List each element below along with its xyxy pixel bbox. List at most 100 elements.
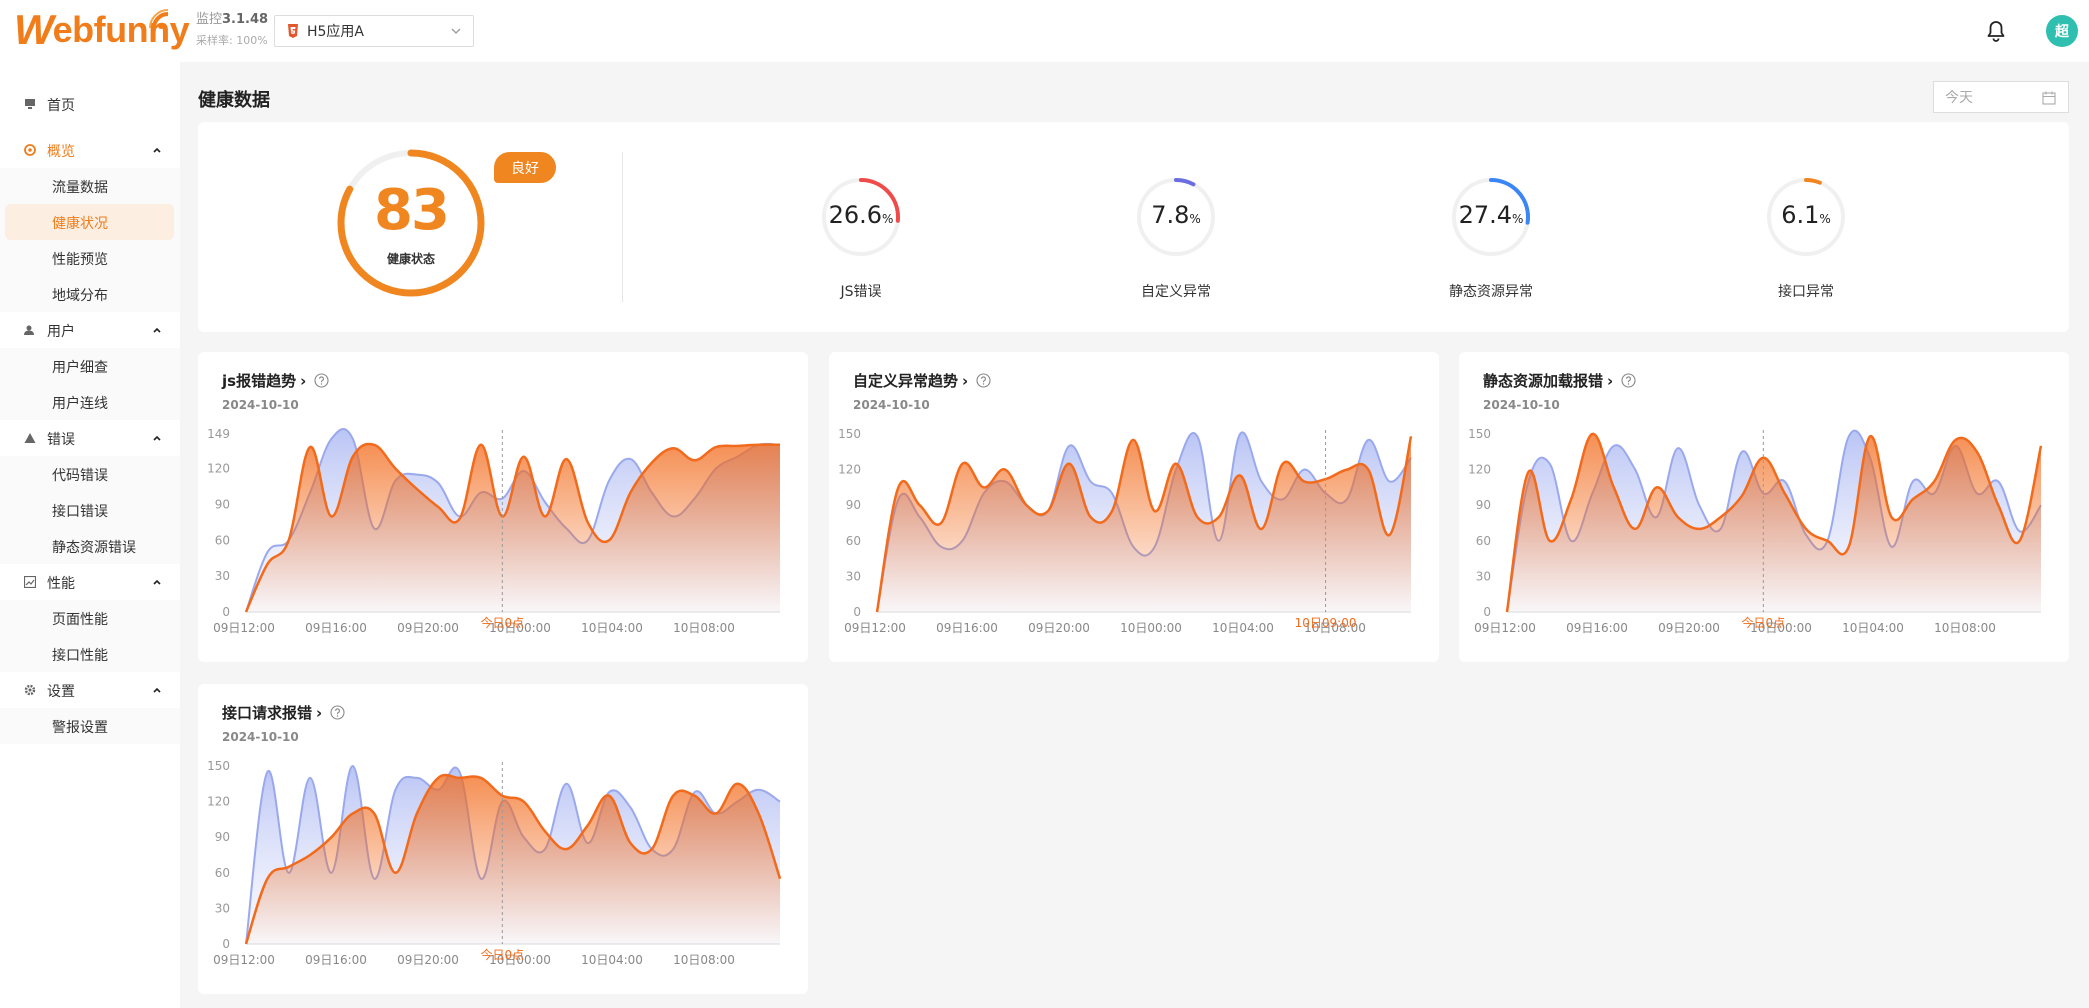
chevron-up-icon [153,579,161,585]
chart-date: 2024-10-10 [853,398,930,412]
metric-js-error: 26.6% JS错误 [781,177,941,307]
chart-plot[interactable]: 0 30 60 90 120 150 09日12:00 09日16:00 09日20:00 10日… [198,754,808,994]
gear-icon [24,684,36,696]
sidebar-item-label: 用户连线 [52,396,108,412]
y-tick-label: 90 [215,497,230,511]
version-info: 监控3.1.48 [196,12,268,28]
user-avatar[interactable]: 超 [2046,15,2078,47]
y-tick-label: 149 [207,427,230,441]
divider [622,152,623,302]
metric-label: 静态资源异常 [1449,284,1533,300]
y-tick-label: 60 [215,866,230,880]
help-icon[interactable] [314,373,329,388]
time-marker-label: 今日0点 [480,615,524,630]
metric-label: 接口异常 [1778,284,1834,300]
sidebar-item-code-errors[interactable]: 代码错误 [0,456,180,492]
metric-custom-error: 7.8% 自定义异常 [1096,177,1256,307]
y-tick-label: 90 [846,498,861,512]
chart-title-link[interactable]: 静态资源加载报错 › [1483,370,1636,391]
sample-rate: 采样率: 100% [196,32,268,48]
y-tick-label: 30 [846,569,861,583]
chart-plot[interactable]: 0 30 60 90 120 149 09日12:00 09日16:00 09日20:00 10日… [198,422,808,662]
x-tick-label: 10日08:00 [1934,621,1996,635]
app-select-value: H5应用A [307,24,365,40]
sidebar-item-api-errors[interactable]: 接口错误 [0,492,180,528]
chart-card-custom-errors: 自定义异常趋势 › 2024-10-10 0 30 60 90 120 150 09日12:0… [829,352,1439,662]
y-tick-label: 0 [222,605,230,619]
health-score: 83 [374,178,450,243]
metric-unit: % [1189,212,1201,226]
sidebar-group-label: 概览 [47,144,75,160]
chart-title-link[interactable]: js报错趋势 › [222,370,329,391]
bell-icon[interactable] [1986,20,2006,42]
sidebar-item-label: 健康状况 [52,216,108,232]
help-icon[interactable] [1621,373,1636,388]
html5-icon [288,24,298,38]
chevron-right-icon: › [300,371,307,390]
x-tick-label: 09日12:00 [844,621,906,635]
x-tick-label: 09日12:00 [213,953,275,967]
y-tick-label: 150 [1468,427,1491,441]
chart-title: js报错趋势 [222,372,297,390]
metric-number: 6.1 [1781,201,1820,229]
sidebar-group-performance[interactable]: 性能 [0,564,180,600]
help-icon[interactable] [330,705,345,720]
sidebar-item-perf-preview[interactable]: 性能预览 [0,240,180,276]
chevron-down-icon [451,28,461,34]
chart-plot[interactable]: 0 30 60 90 120 150 09日12:00 09日16:00 09日20:00 10日… [829,422,1439,662]
chart-card-static-errors: 静态资源加载报错 › 2024-10-10 0 30 60 90 120 150 09日12:… [1459,352,2069,662]
sidebar-item-label: 接口错误 [52,504,108,520]
metric-value: 6.1% [1726,201,1886,229]
monitor-icon [25,99,35,109]
sidebar-item-health[interactable]: 健康状况 [0,204,180,240]
chart-title-link[interactable]: 接口请求报错 › [222,702,345,723]
sidebar-item-geo[interactable]: 地域分布 [0,276,180,312]
x-tick-label: 09日20:00 [397,621,459,635]
metric-unit: % [882,212,894,226]
chevron-right-icon: › [962,371,969,390]
sidebar-item-user-connect[interactable]: 用户连线 [0,384,180,420]
app-select[interactable]: H5应用A [274,15,474,47]
chart-plot[interactable]: 0 30 60 90 120 150 09日12:00 09日16:00 09日20:00 10日… [1459,422,2069,662]
metric-number: 27.4 [1458,201,1513,229]
sidebar-group-users[interactable]: 用户 [0,312,180,348]
sidebar-item-page-perf[interactable]: 页面性能 [0,600,180,636]
x-tick-label: 10日08:00 [673,953,735,967]
sample-rate-label: 采样率: [196,34,233,47]
sidebar-group-label: 设置 [47,684,75,700]
chart-date: 2024-10-10 [222,398,299,412]
time-marker-label: 今日0点 [1741,615,1785,630]
x-tick-label: 09日12:00 [1474,621,1536,635]
chart-date: 2024-10-10 [222,730,299,744]
metric-static-error: 27.4% 静态资源异常 [1411,177,1571,307]
metric-label: JS错误 [840,284,882,300]
x-tick-label: 10日04:00 [581,621,643,635]
sidebar-item-api-perf[interactable]: 接口性能 [0,636,180,672]
y-tick-label: 0 [222,937,230,951]
metric-api-error: 6.1% 接口异常 [1726,177,1886,307]
y-tick-label: 30 [215,569,230,583]
sidebar-item-user-detail[interactable]: 用户细查 [0,348,180,384]
help-icon[interactable] [976,373,991,388]
sidebar-item-traffic[interactable]: 流量数据 [0,168,180,204]
sidebar: 首页 概览 流量数据 健康状况 性能预览 地域分布 用户 用户细查 用户连线 错… [0,62,180,1008]
metric-value: 26.6% [781,201,941,229]
chevron-right-icon: › [1607,371,1614,390]
sidebar-group-errors[interactable]: 错误 [0,420,180,456]
x-tick-label: 09日16:00 [1566,621,1628,635]
x-tick-label: 09日20:00 [397,953,459,967]
logo-wave-icon [149,9,169,29]
sidebar-item-home[interactable]: 首页 [0,86,180,122]
sidebar-item-static-errors[interactable]: 静态资源错误 [0,528,180,564]
user-icon [24,325,34,335]
date-picker[interactable]: 今天 [1933,81,2069,113]
time-marker-label: 今日0点 [480,947,524,962]
metric-number: 26.6 [828,201,883,229]
y-tick-label: 90 [1476,498,1491,512]
calendar-icon [2042,91,2056,105]
sidebar-item-alert-settings[interactable]: 警报设置 [0,708,180,744]
chart-title-link[interactable]: 自定义异常趋势 › [853,370,991,391]
sidebar-group-settings[interactable]: 设置 [0,672,180,708]
warning-icon [24,433,36,443]
sidebar-group-overview[interactable]: 概览 [0,132,180,168]
